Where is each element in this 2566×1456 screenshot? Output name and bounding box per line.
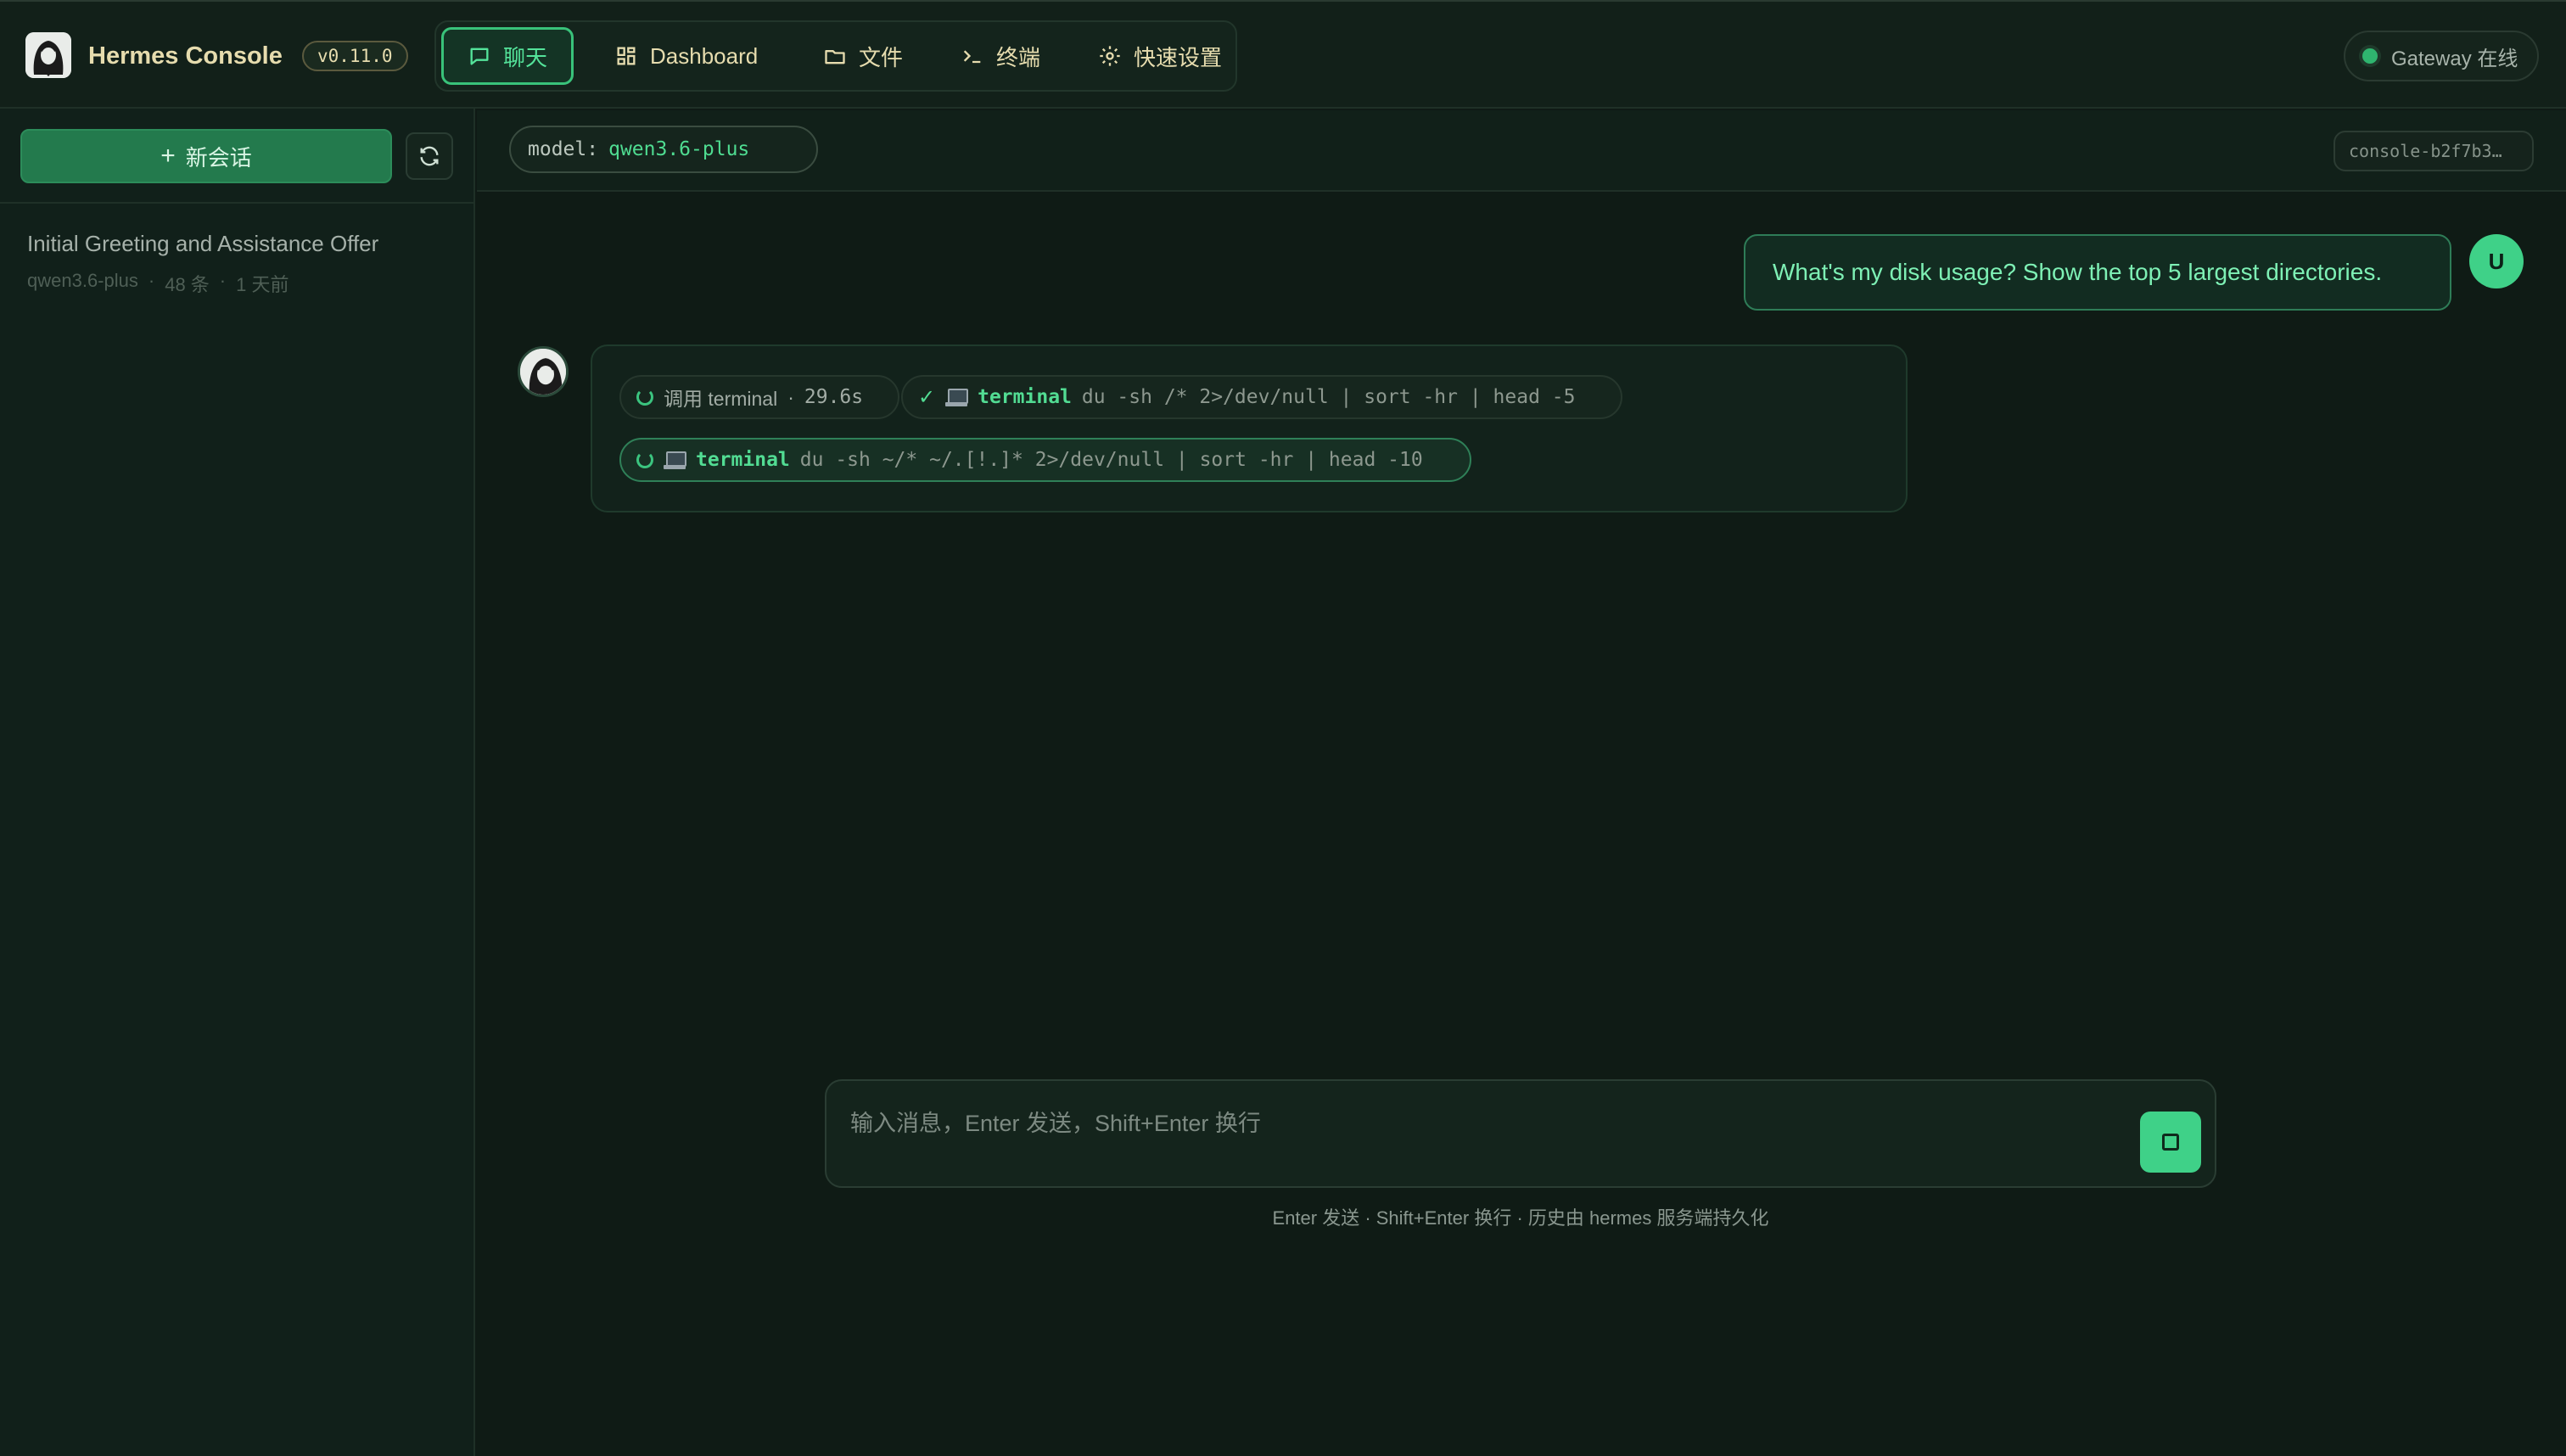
laptop-icon [945, 387, 969, 407]
status-dot-icon [2362, 48, 2378, 64]
sidebar: + 新会话 Initial Greeting and Assistance Of… [0, 109, 475, 1456]
model-value: qwen3.6-plus [608, 138, 750, 160]
tool-call-chip[interactable]: ✓ terminal du -sh /* 2>/dev/null | sort … [901, 375, 1622, 419]
session-count: 48 条 [165, 274, 210, 295]
version-badge: v0.11.0 [302, 41, 408, 71]
loading-spinner-icon [636, 389, 653, 406]
session-id-badge[interactable]: console-b2f7b3… [2333, 131, 2534, 171]
user-avatar: U [2469, 234, 2524, 288]
tab-files[interactable]: 文件 [799, 27, 927, 85]
model-selector[interactable]: model: qwen3.6-plus [509, 126, 818, 173]
tool-command: du -sh /* 2>/dev/null | sort -hr | head … [1081, 386, 1576, 408]
call-label: 调用 terminal [664, 388, 778, 410]
gateway-status: Gateway 在线 [2344, 31, 2539, 81]
assistant-avatar [518, 346, 569, 397]
new-chat-button[interactable]: + 新会话 [20, 129, 392, 183]
tab-dashboard-label: Dashboard [650, 42, 759, 69]
composer-hint: Enter 发送 · Shift+Enter 换行 · 历史由 hermes 服… [1272, 1207, 1769, 1229]
main-nav: 聊天 Dashboard 文件 终端 快速设置 [434, 20, 1237, 92]
session-title: Initial Greeting and Assistance Offer [27, 231, 379, 256]
dot-separator: · [787, 385, 794, 408]
gear-icon [1100, 46, 1120, 66]
refresh-icon [420, 146, 439, 166]
top-header: Hermes Console v0.11.0 聊天 Dashboard 文件 终… [0, 0, 2566, 109]
meta-separator: · [148, 270, 155, 291]
assistant-message: 调用 terminal · 29.6s ✓ terminal du -sh /*… [591, 344, 1908, 512]
tab-quick-settings-label: 快速设置 [1134, 44, 1223, 70]
grid-icon [617, 47, 636, 65]
message-composer [825, 1079, 2216, 1188]
meta-separator: · [219, 270, 227, 291]
loading-spinner-icon [636, 451, 653, 468]
refresh-button[interactable] [406, 132, 453, 180]
tool-name: terminal [978, 386, 1072, 408]
tab-files-label: 文件 [859, 44, 904, 70]
tab-chat[interactable]: 聊天 [441, 27, 574, 85]
laptop-icon [664, 450, 686, 470]
chat-bubble-icon [470, 48, 489, 65]
plus-icon: + [160, 142, 176, 170]
check-icon: ✓ [918, 385, 936, 409]
message-input[interactable] [850, 1105, 2123, 1156]
stop-square-icon [2162, 1134, 2179, 1151]
chat-area: What's my disk usage? Show the top 5 lar… [477, 193, 2566, 1456]
new-chat-label: 新会话 [185, 144, 252, 171]
folder-icon [825, 50, 845, 64]
tab-terminal-label: 终端 [996, 44, 1041, 70]
session-meta: qwen3.6-plus · 48 条 · 1 天前 [27, 270, 289, 297]
session-time: 1 天前 [236, 274, 289, 295]
user-message: What's my disk usage? Show the top 5 lar… [1744, 234, 2451, 311]
terminal-prompt-icon [963, 50, 981, 64]
chat-topbar: model: qwen3.6-plus console-b2f7b3… [477, 110, 2566, 192]
tab-terminal[interactable]: 终端 [937, 27, 1064, 85]
tool-call-chip[interactable]: terminal du -sh ~/* ~/.[!.]* 2>/dev/null… [619, 438, 1471, 482]
tab-quick-settings[interactable]: 快速设置 [1074, 27, 1246, 85]
model-label: model: [528, 138, 599, 160]
tool-name: terminal [696, 449, 790, 471]
tool-call-summary[interactable]: 调用 terminal · 29.6s [619, 375, 899, 419]
gateway-status-label: Gateway 在线 [2391, 47, 2518, 70]
app-title: Hermes Console [88, 42, 283, 70]
hermes-logo-icon [25, 32, 71, 78]
session-model: qwen3.6-plus [27, 270, 138, 291]
stop-button[interactable] [2140, 1112, 2201, 1173]
tab-dashboard[interactable]: Dashboard [591, 27, 782, 85]
tool-command: du -sh ~/* ~/.[!.]* 2>/dev/null | sort -… [799, 449, 1423, 471]
sidebar-divider [0, 202, 473, 204]
tab-chat-label: 聊天 [503, 44, 548, 70]
call-duration: 29.6s [804, 386, 864, 408]
